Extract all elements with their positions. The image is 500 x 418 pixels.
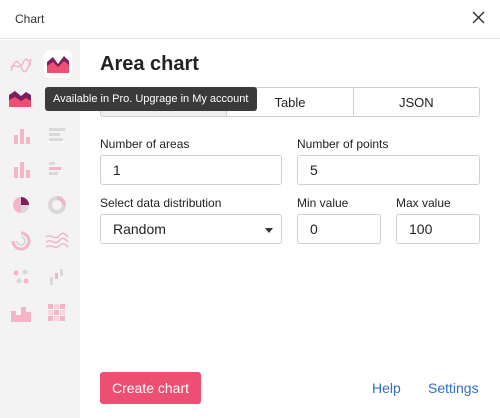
pie-chart-icon[interactable] [8,192,34,218]
histogram-icon[interactable] [8,300,34,326]
max-value: 100 [409,221,433,237]
line-chart-icon[interactable] [8,52,34,78]
distribution-value: Random [113,221,166,237]
create-chart-button[interactable]: Create chart [100,372,201,404]
tab-json[interactable]: JSON [354,88,479,116]
min-input[interactable]: 0 [297,214,381,244]
page-title: Area chart [100,53,199,75]
max-input[interactable]: 100 [396,214,480,244]
radial-chart-icon[interactable] [8,228,34,254]
waterfall-chart-icon[interactable] [44,264,70,290]
help-link[interactable]: Help [372,380,401,396]
heatmap-icon[interactable] [44,300,70,326]
close-icon[interactable] [470,9,488,27]
stacked-area-chart-icon[interactable] [7,86,33,112]
max-label: Max value [396,196,451,210]
pro-tooltip: Available in Pro. Upgrage in My account [45,87,257,111]
title-bar: Chart [0,0,500,39]
areas-label: Number of areas [100,137,190,151]
window-title: Chart [15,12,45,26]
min-value: 0 [310,221,318,237]
distribution-label: Select data distribution [100,196,222,210]
areas-input[interactable]: 1 [100,155,282,185]
points-input[interactable]: 5 [297,155,480,185]
points-value: 5 [310,162,318,178]
stacked-bar-chart-icon[interactable] [44,156,70,182]
settings-link[interactable]: Settings [428,380,479,396]
stream-chart-icon[interactable] [44,228,70,254]
stacked-column-chart-icon[interactable] [8,156,34,182]
column-chart-icon[interactable] [8,122,34,148]
min-label: Min value [297,196,349,210]
points-label: Number of points [297,137,389,151]
areas-value: 1 [113,162,121,178]
distribution-select[interactable]: Random [100,214,282,244]
area-chart-icon[interactable] [44,50,72,78]
chevron-down-icon [265,228,273,233]
horizontal-bar-chart-icon[interactable] [44,122,70,148]
donut-chart-icon[interactable] [44,192,70,218]
scatter-chart-icon[interactable] [8,264,34,290]
